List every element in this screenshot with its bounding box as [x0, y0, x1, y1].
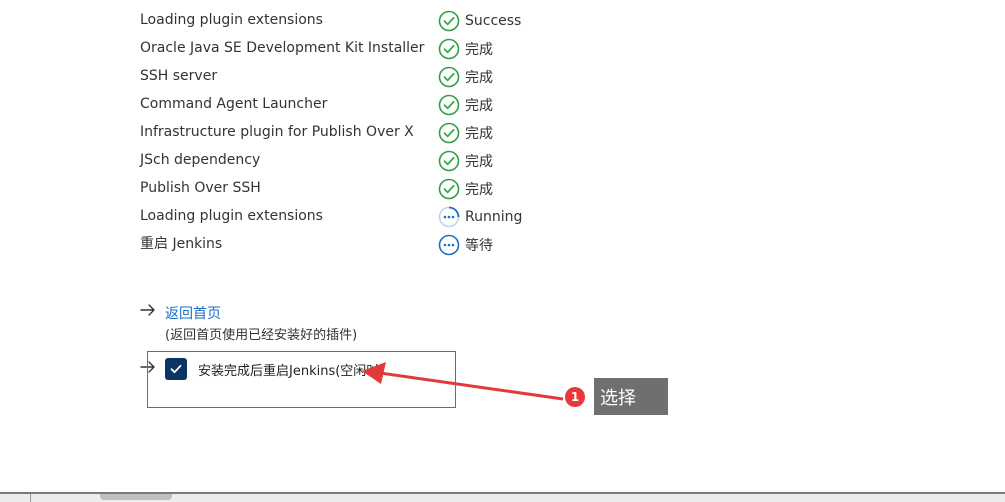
plugin-name: 重启 Jenkins [140, 236, 223, 252]
plugin-row: Publish Over SSH 完成 [140, 170, 560, 200]
plugin-status: 完成 [438, 178, 493, 200]
plugin-status-label: 完成 [465, 98, 493, 114]
check-circle-icon [438, 10, 460, 32]
plugin-name: JSch dependency [140, 152, 261, 168]
plugin-row: JSch dependency 完成 [140, 142, 560, 172]
scrollbar-edge [30, 494, 31, 502]
waiting-dots-icon [438, 234, 460, 256]
check-circle-icon [438, 150, 460, 172]
plugin-row: Loading plugin extensions Success [140, 2, 560, 32]
back-to-home-note: (返回首页使用已经安装好的插件) [165, 328, 358, 343]
plugin-status-label: 完成 [465, 42, 493, 58]
scrollbar-thumb[interactable] [100, 494, 172, 500]
plugin-row: 重启 Jenkins 等待 [140, 226, 560, 256]
plugin-status-label: 完成 [465, 154, 493, 170]
plugin-status: 完成 [438, 94, 493, 116]
check-circle-icon [438, 94, 460, 116]
plugin-status: 等待 [438, 234, 493, 256]
plugin-status: Success [438, 10, 521, 32]
plugin-status-label: 完成 [465, 182, 493, 198]
plugin-row: Loading plugin extensions Running [140, 198, 560, 228]
plugin-status-label: 完成 [465, 126, 493, 142]
plugin-row: SSH server 完成 [140, 58, 560, 88]
plugin-name: Infrastructure plugin for Publish Over X [140, 124, 414, 140]
plugin-row: Command Agent Launcher 完成 [140, 86, 560, 116]
plugin-row: Infrastructure plugin for Publish Over X… [140, 114, 560, 144]
plugin-name: Loading plugin extensions [140, 208, 323, 224]
plugin-row: Oracle Java SE Development Kit Installer… [140, 30, 560, 60]
annotation-callout: 选择 [594, 378, 668, 415]
annotation-step-badge: 1 [565, 387, 585, 407]
check-circle-icon [438, 122, 460, 144]
plugin-status-label: 完成 [465, 70, 493, 86]
plugin-status: 完成 [438, 150, 493, 172]
plugin-status-label: Running [465, 209, 523, 225]
plugin-name: Oracle Java SE Development Kit Installer [140, 40, 425, 56]
check-circle-icon [438, 66, 460, 88]
back-to-home-link[interactable]: 返回首页 [165, 303, 221, 323]
horizontal-scrollbar[interactable] [0, 492, 1005, 502]
plugin-status: 完成 [438, 122, 493, 144]
plugin-status-label: 等待 [465, 238, 493, 254]
arrow-right-icon [140, 304, 155, 316]
plugin-name: Publish Over SSH [140, 180, 261, 196]
annotation-highlight-box [147, 351, 456, 408]
check-circle-icon [438, 38, 460, 60]
check-circle-icon [438, 178, 460, 200]
plugin-status-label: Success [465, 13, 522, 29]
plugin-status: 完成 [438, 38, 493, 60]
plugin-status: 完成 [438, 66, 493, 88]
spinner-dots-icon [438, 206, 460, 228]
plugin-status: Running [438, 206, 522, 228]
plugin-name: Loading plugin extensions [140, 12, 323, 28]
plugin-name: SSH server [140, 68, 218, 84]
plugin-name: Command Agent Launcher [140, 96, 328, 112]
